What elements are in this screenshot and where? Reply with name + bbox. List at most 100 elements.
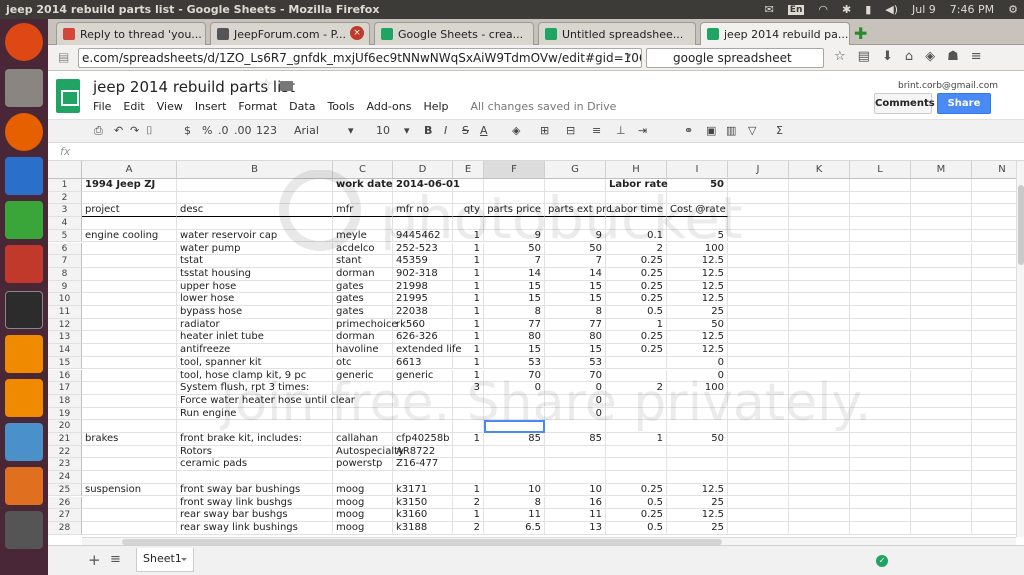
cell-m5[interactable] <box>911 229 972 243</box>
cell-i11[interactable]: 25 <box>667 306 728 319</box>
cell-b15[interactable]: tool, spanner kit <box>177 356 333 370</box>
cell-n13[interactable] <box>972 331 1016 345</box>
cell-l8[interactable] <box>850 267 911 281</box>
cell-a14[interactable] <box>82 344 177 357</box>
cell-c18[interactable] <box>333 394 393 408</box>
fill-color-icon[interactable]: ◈ <box>512 124 520 137</box>
cell-m27[interactable] <box>911 509 972 522</box>
cell-f24[interactable] <box>484 471 545 484</box>
cell-f13[interactable]: 80 <box>484 331 545 345</box>
vlc-icon[interactable] <box>5 335 43 373</box>
cell-a4[interactable] <box>82 217 177 230</box>
cell-c17[interactable] <box>333 382 393 395</box>
cell-c20[interactable] <box>333 420 393 433</box>
cell-n12[interactable] <box>972 319 1016 332</box>
cell-h22[interactable] <box>606 445 667 459</box>
cell-n14[interactable] <box>972 344 1016 357</box>
cell-j17[interactable] <box>728 382 789 395</box>
cell-d28[interactable]: k3188 <box>393 521 453 535</box>
cell-n25[interactable] <box>972 484 1016 497</box>
cell-l5[interactable] <box>850 229 911 243</box>
cell-m8[interactable] <box>911 267 972 281</box>
cell-j19[interactable] <box>728 407 789 421</box>
browser-tab-1[interactable]: Reply to thread 'you... <box>56 22 206 45</box>
cell-i19[interactable] <box>667 407 728 421</box>
cell-c4[interactable] <box>333 217 393 230</box>
cell-g6[interactable]: 50 <box>545 242 606 256</box>
cell-j10[interactable] <box>728 293 789 306</box>
cell-e5[interactable]: 1 <box>453 229 484 243</box>
battery-icon[interactable]: ▮ <box>865 3 871 16</box>
cell-e23[interactable] <box>453 458 484 472</box>
cell-g23[interactable] <box>545 458 606 472</box>
cell-k22[interactable] <box>789 445 850 459</box>
cell-a3[interactable]: project <box>82 204 177 218</box>
cell-j5[interactable] <box>728 229 789 243</box>
cell-k7[interactable] <box>789 255 850 268</box>
cell-j22[interactable] <box>728 445 789 459</box>
cell-f7[interactable]: 7 <box>484 255 545 268</box>
cell-c27[interactable]: moog <box>333 509 393 522</box>
size-dropdown-chevron-icon[interactable]: ▾ <box>404 124 410 137</box>
row-header-5[interactable]: 5 <box>48 229 82 243</box>
cell-f17[interactable]: 0 <box>484 382 545 395</box>
cell-b24[interactable] <box>177 471 333 484</box>
cell-m7[interactable] <box>911 255 972 268</box>
cell-i27[interactable]: 12.5 <box>667 509 728 522</box>
cell-d13[interactable]: 626-326 <box>393 331 453 345</box>
cell-j1[interactable] <box>728 179 789 192</box>
home-icon[interactable]: ⌂ <box>905 49 913 64</box>
cell-l27[interactable] <box>850 509 911 522</box>
software-center-icon[interactable] <box>5 467 43 505</box>
cell-g10[interactable]: 15 <box>545 293 606 306</box>
cell-e4[interactable] <box>453 217 484 230</box>
cell-l14[interactable] <box>850 344 911 357</box>
cell-e1[interactable] <box>453 179 484 192</box>
cell-e15[interactable]: 1 <box>453 356 484 370</box>
cell-k6[interactable] <box>789 242 850 256</box>
cell-g24[interactable] <box>545 471 606 484</box>
row-header-25[interactable]: 25 <box>48 483 82 497</box>
cell-a2[interactable] <box>82 191 177 205</box>
cell-k11[interactable] <box>789 306 850 319</box>
cell-a10[interactable] <box>82 293 177 306</box>
cell-i24[interactable] <box>667 471 728 484</box>
cell-m13[interactable] <box>911 331 972 345</box>
filter-icon[interactable]: ▽ <box>748 124 756 137</box>
cell-d19[interactable] <box>393 407 453 421</box>
cell-i12[interactable]: 50 <box>667 318 728 332</box>
cell-c3[interactable]: mfr <box>333 204 393 218</box>
cell-f6[interactable]: 50 <box>484 242 545 256</box>
cell-d7[interactable]: 45359 <box>393 255 453 268</box>
row-header-14[interactable]: 14 <box>48 344 82 357</box>
cell-f18[interactable] <box>484 394 545 408</box>
row-header-6[interactable]: 6 <box>48 242 82 256</box>
row-header-2[interactable]: 2 <box>48 191 82 205</box>
cell-c6[interactable]: acdelco <box>333 242 393 256</box>
row-header-3[interactable]: 3 <box>48 204 82 218</box>
cell-j6[interactable] <box>728 242 789 256</box>
cell-m24[interactable] <box>911 471 972 484</box>
cell-n21[interactable] <box>972 433 1016 446</box>
cell-m20[interactable] <box>911 420 972 433</box>
browser-tab-3[interactable]: Google Sheets - crea... <box>374 22 534 45</box>
cell-g5[interactable]: 9 <box>545 229 606 243</box>
cell-j26[interactable] <box>728 496 789 510</box>
cell-e22[interactable] <box>453 445 484 459</box>
cell-m12[interactable] <box>911 318 972 332</box>
cell-b26[interactable]: front sway link bushgs <box>177 496 333 510</box>
cell-k19[interactable] <box>789 407 850 421</box>
cell-j27[interactable] <box>728 509 789 522</box>
cell-g14[interactable]: 15 <box>545 344 606 357</box>
cell-l7[interactable] <box>850 255 911 268</box>
cell-j13[interactable] <box>728 331 789 345</box>
cell-b8[interactable]: tsstat housing <box>177 267 333 281</box>
column-header-n[interactable]: N <box>972 161 1016 179</box>
cell-n27[interactable] <box>972 509 1016 522</box>
cell-n23[interactable] <box>972 458 1016 472</box>
cell-b21[interactable]: front brake kit, includes: <box>177 433 333 446</box>
cell-d10[interactable]: 21995 <box>393 293 453 306</box>
cell-n22[interactable] <box>972 446 1016 459</box>
cell-b10[interactable]: lower hose <box>177 293 333 306</box>
cell-h18[interactable] <box>606 394 667 408</box>
